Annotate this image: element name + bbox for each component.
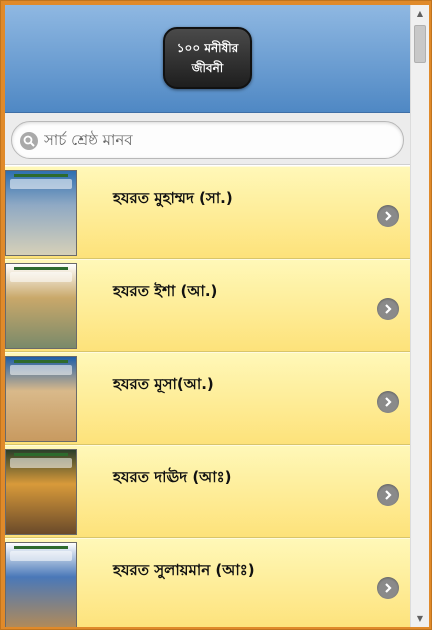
search-input[interactable] [44, 126, 394, 154]
chevron-right-icon[interactable] [377, 577, 399, 599]
list-item-title: হযরত মুহাম্মদ (সা.) [113, 189, 233, 207]
app-window: ১০০ মনীষীর জীবনী সার্চ শ্রেষ্ঠ মানব হযরত… [0, 0, 432, 630]
list-item[interactable]: হযরত দাঊদ (আঃ) [5, 445, 410, 538]
app-title-label: ১০০ মনীষীর জীবনী [176, 41, 239, 75]
search-box[interactable] [11, 121, 404, 159]
list-item-title: হযরত মূসা(আ.) [113, 375, 214, 393]
book-cover-thumbnail [5, 356, 77, 442]
scrollbar-thumb[interactable] [414, 25, 426, 63]
list-item[interactable]: হযরত মুহাম্মদ (সা.) [5, 166, 410, 259]
list-item-title: হযরত দাঊদ (আঃ) [113, 468, 232, 486]
book-cover-thumbnail [5, 542, 77, 627]
scroll-up-arrow-icon[interactable]: ▲ [411, 5, 429, 22]
list-item[interactable]: হযরত সুলায়মান (আঃ) [5, 538, 410, 627]
book-cover-thumbnail [5, 263, 77, 349]
list-item-title: হযরত সুলায়মান (আঃ) [113, 561, 255, 579]
app-content: ১০০ মনীষীর জীবনী সার্চ শ্রেষ্ঠ মানব হযরত… [5, 5, 410, 627]
book-cover-thumbnail [5, 170, 77, 256]
chevron-right-icon[interactable] [377, 484, 399, 506]
list-item-title: হযরত ইশা (আ.) [113, 282, 218, 300]
search-icon [20, 132, 38, 150]
list-item[interactable]: হযরত মূসা(আ.) [5, 352, 410, 445]
scroll-down-arrow-icon[interactable]: ▼ [411, 610, 429, 627]
chevron-right-icon[interactable] [377, 205, 399, 227]
list-item[interactable]: হযরত ইশা (আ.) [5, 259, 410, 352]
chevron-right-icon[interactable] [377, 298, 399, 320]
search-bar [5, 113, 410, 165]
book-cover-thumbnail [5, 449, 77, 535]
app-frame: ১০০ মনীষীর জীবনী সার্চ শ্রেষ্ঠ মানব হযরত… [5, 5, 429, 627]
vertical-scrollbar[interactable]: ▲ ▼ [410, 5, 429, 627]
person-list: হযরত মুহাম্মদ (সা.) হযরত ইশা (আ.) হযরত ম… [5, 166, 410, 627]
chevron-right-icon[interactable] [377, 391, 399, 413]
header-bar: ১০০ মনীষীর জীবনী [5, 5, 410, 113]
app-title-button[interactable]: ১০০ মনীষীর জীবনী [163, 27, 252, 89]
